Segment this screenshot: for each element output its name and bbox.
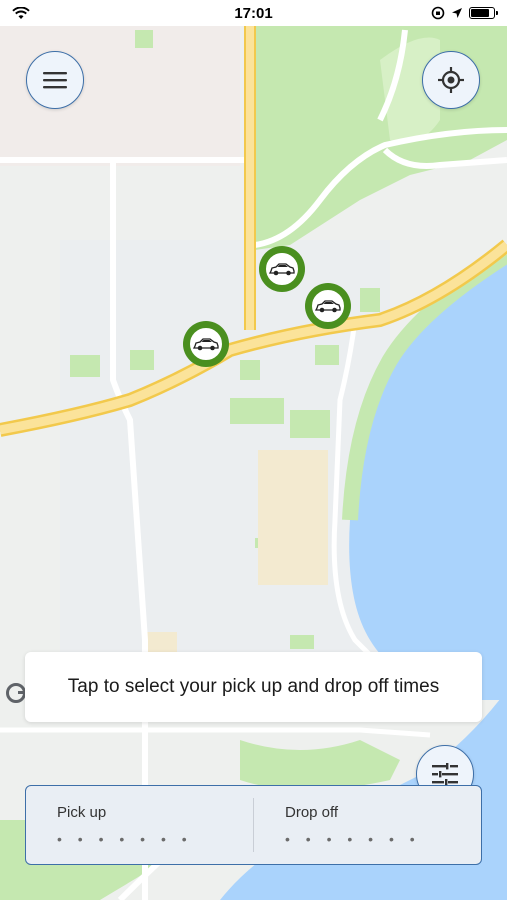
status-time: 17:01 [234, 4, 273, 22]
select-times-hint[interactable]: Tap to select your pick up and drop off … [25, 652, 482, 722]
car-marker[interactable] [259, 246, 305, 292]
pickup-label: Pick up [57, 804, 107, 821]
hamburger-menu-icon [43, 72, 67, 89]
car-marker[interactable] [305, 283, 351, 329]
car-marker[interactable] [183, 321, 229, 367]
pickup-field[interactable]: Pick up • • • • • • • [26, 786, 253, 864]
wifi-icon [12, 6, 30, 19]
battery-level [471, 9, 490, 17]
location-arrow-icon [452, 8, 462, 18]
hint-text: Tap to select your pick up and drop off … [67, 676, 440, 697]
google-logo-icon [6, 683, 26, 703]
dropoff-field[interactable]: Drop off • • • • • • • [253, 798, 481, 852]
menu-button[interactable] [26, 51, 84, 109]
car-icon [193, 338, 219, 351]
my-location-button[interactable] [422, 51, 480, 109]
times-panel: Pick up • • • • • • • Drop off • • • • •… [25, 785, 482, 865]
dropoff-label: Drop off [285, 804, 339, 821]
dropoff-value: • • • • • • • [285, 831, 421, 847]
car-icon [315, 300, 341, 313]
my-location-icon [438, 67, 464, 93]
battery-icon [469, 7, 498, 19]
car-icon [269, 263, 295, 276]
sliders-icon [432, 763, 458, 785]
pickup-value: • • • • • • • [57, 831, 193, 847]
status-bar: 17:01 [0, 0, 507, 26]
rotation-lock-icon [431, 6, 445, 20]
